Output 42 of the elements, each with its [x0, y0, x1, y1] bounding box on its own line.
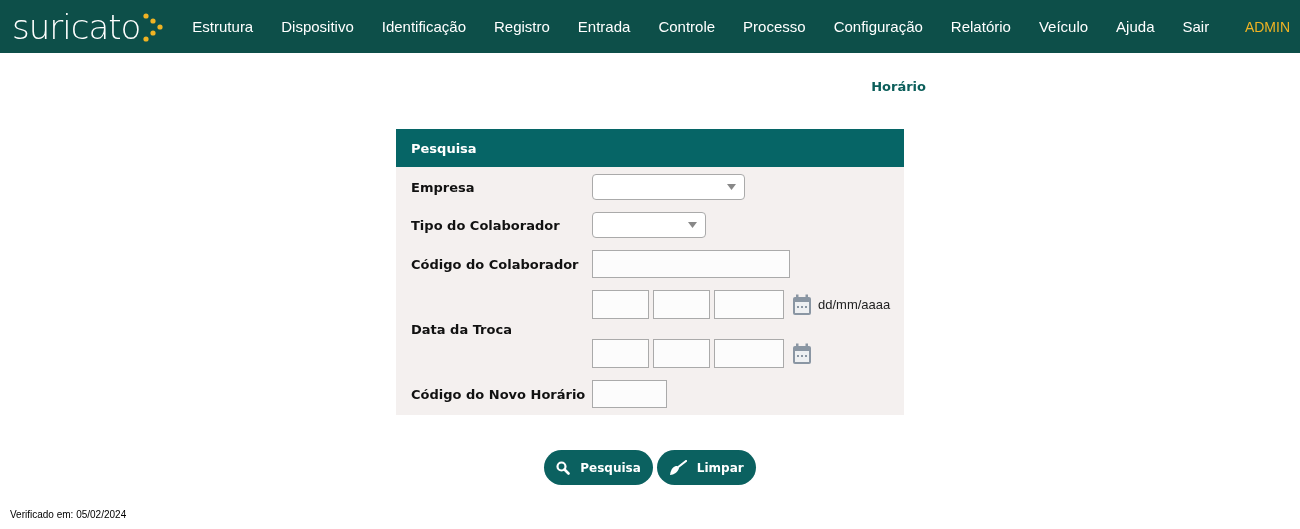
menu-item[interactable]: Ajuda: [1102, 18, 1169, 35]
clear-button[interactable]: Limpar: [656, 450, 756, 485]
field-label: Data da Troca: [411, 321, 513, 337]
month-field[interactable]: [653, 290, 710, 319]
date-format-hint: dd/mm/aaaa: [818, 297, 891, 312]
search-button[interactable]: Pesquisa: [544, 450, 653, 485]
month-field[interactable]: [653, 339, 710, 368]
menu-item[interactable]: Relatório: [936, 18, 1025, 35]
field-label: Empresa: [411, 179, 476, 195]
input-field[interactable]: [592, 250, 790, 278]
menu-item[interactable]: Sair: [1168, 18, 1224, 35]
input-field[interactable]: [592, 380, 667, 408]
caret-icon: [688, 222, 697, 228]
menu-item[interactable]: Configuração: [819, 18, 937, 35]
user-name[interactable]: ADMIN: [1244, 18, 1290, 35]
dropdown-field[interactable]: [592, 174, 745, 200]
menu-item[interactable]: Processo: [729, 18, 820, 35]
logo-wordmark[interactable]: suricato: [12, 9, 141, 44]
field-label: Código do Colaborador: [411, 256, 580, 272]
menu-item[interactable]: Estrutura: [178, 18, 268, 35]
calendar-icon[interactable]: [792, 293, 812, 316]
menu-item[interactable]: Registro: [480, 18, 564, 35]
day-field[interactable]: [592, 290, 649, 319]
menu-item[interactable]: Controle: [644, 18, 730, 35]
year-field[interactable]: [714, 339, 784, 368]
field-label: Tipo do Colaborador: [411, 217, 561, 233]
menu-item[interactable]: Entrada: [563, 18, 645, 35]
caret-icon: [727, 184, 736, 190]
menu-item[interactable]: Veículo: [1024, 18, 1103, 35]
calendar-icon[interactable]: [792, 342, 812, 365]
field-label: Código do Novo Horário: [411, 386, 587, 402]
verification-date: Verificado em: 05/02/2024: [10, 509, 127, 520]
search-icon: [556, 460, 571, 475]
day-field[interactable]: [592, 339, 649, 368]
panel-title: Pesquisa: [411, 140, 477, 156]
menu-item[interactable]: Dispositivo: [267, 18, 368, 35]
menu-item[interactable]: Identificação: [367, 18, 480, 35]
logo-dots-icon: [142, 11, 165, 42]
year-field[interactable]: [714, 290, 784, 319]
page-title: Horário: [871, 79, 926, 94]
broom-icon: [668, 459, 687, 476]
dropdown-field[interactable]: [592, 212, 706, 238]
